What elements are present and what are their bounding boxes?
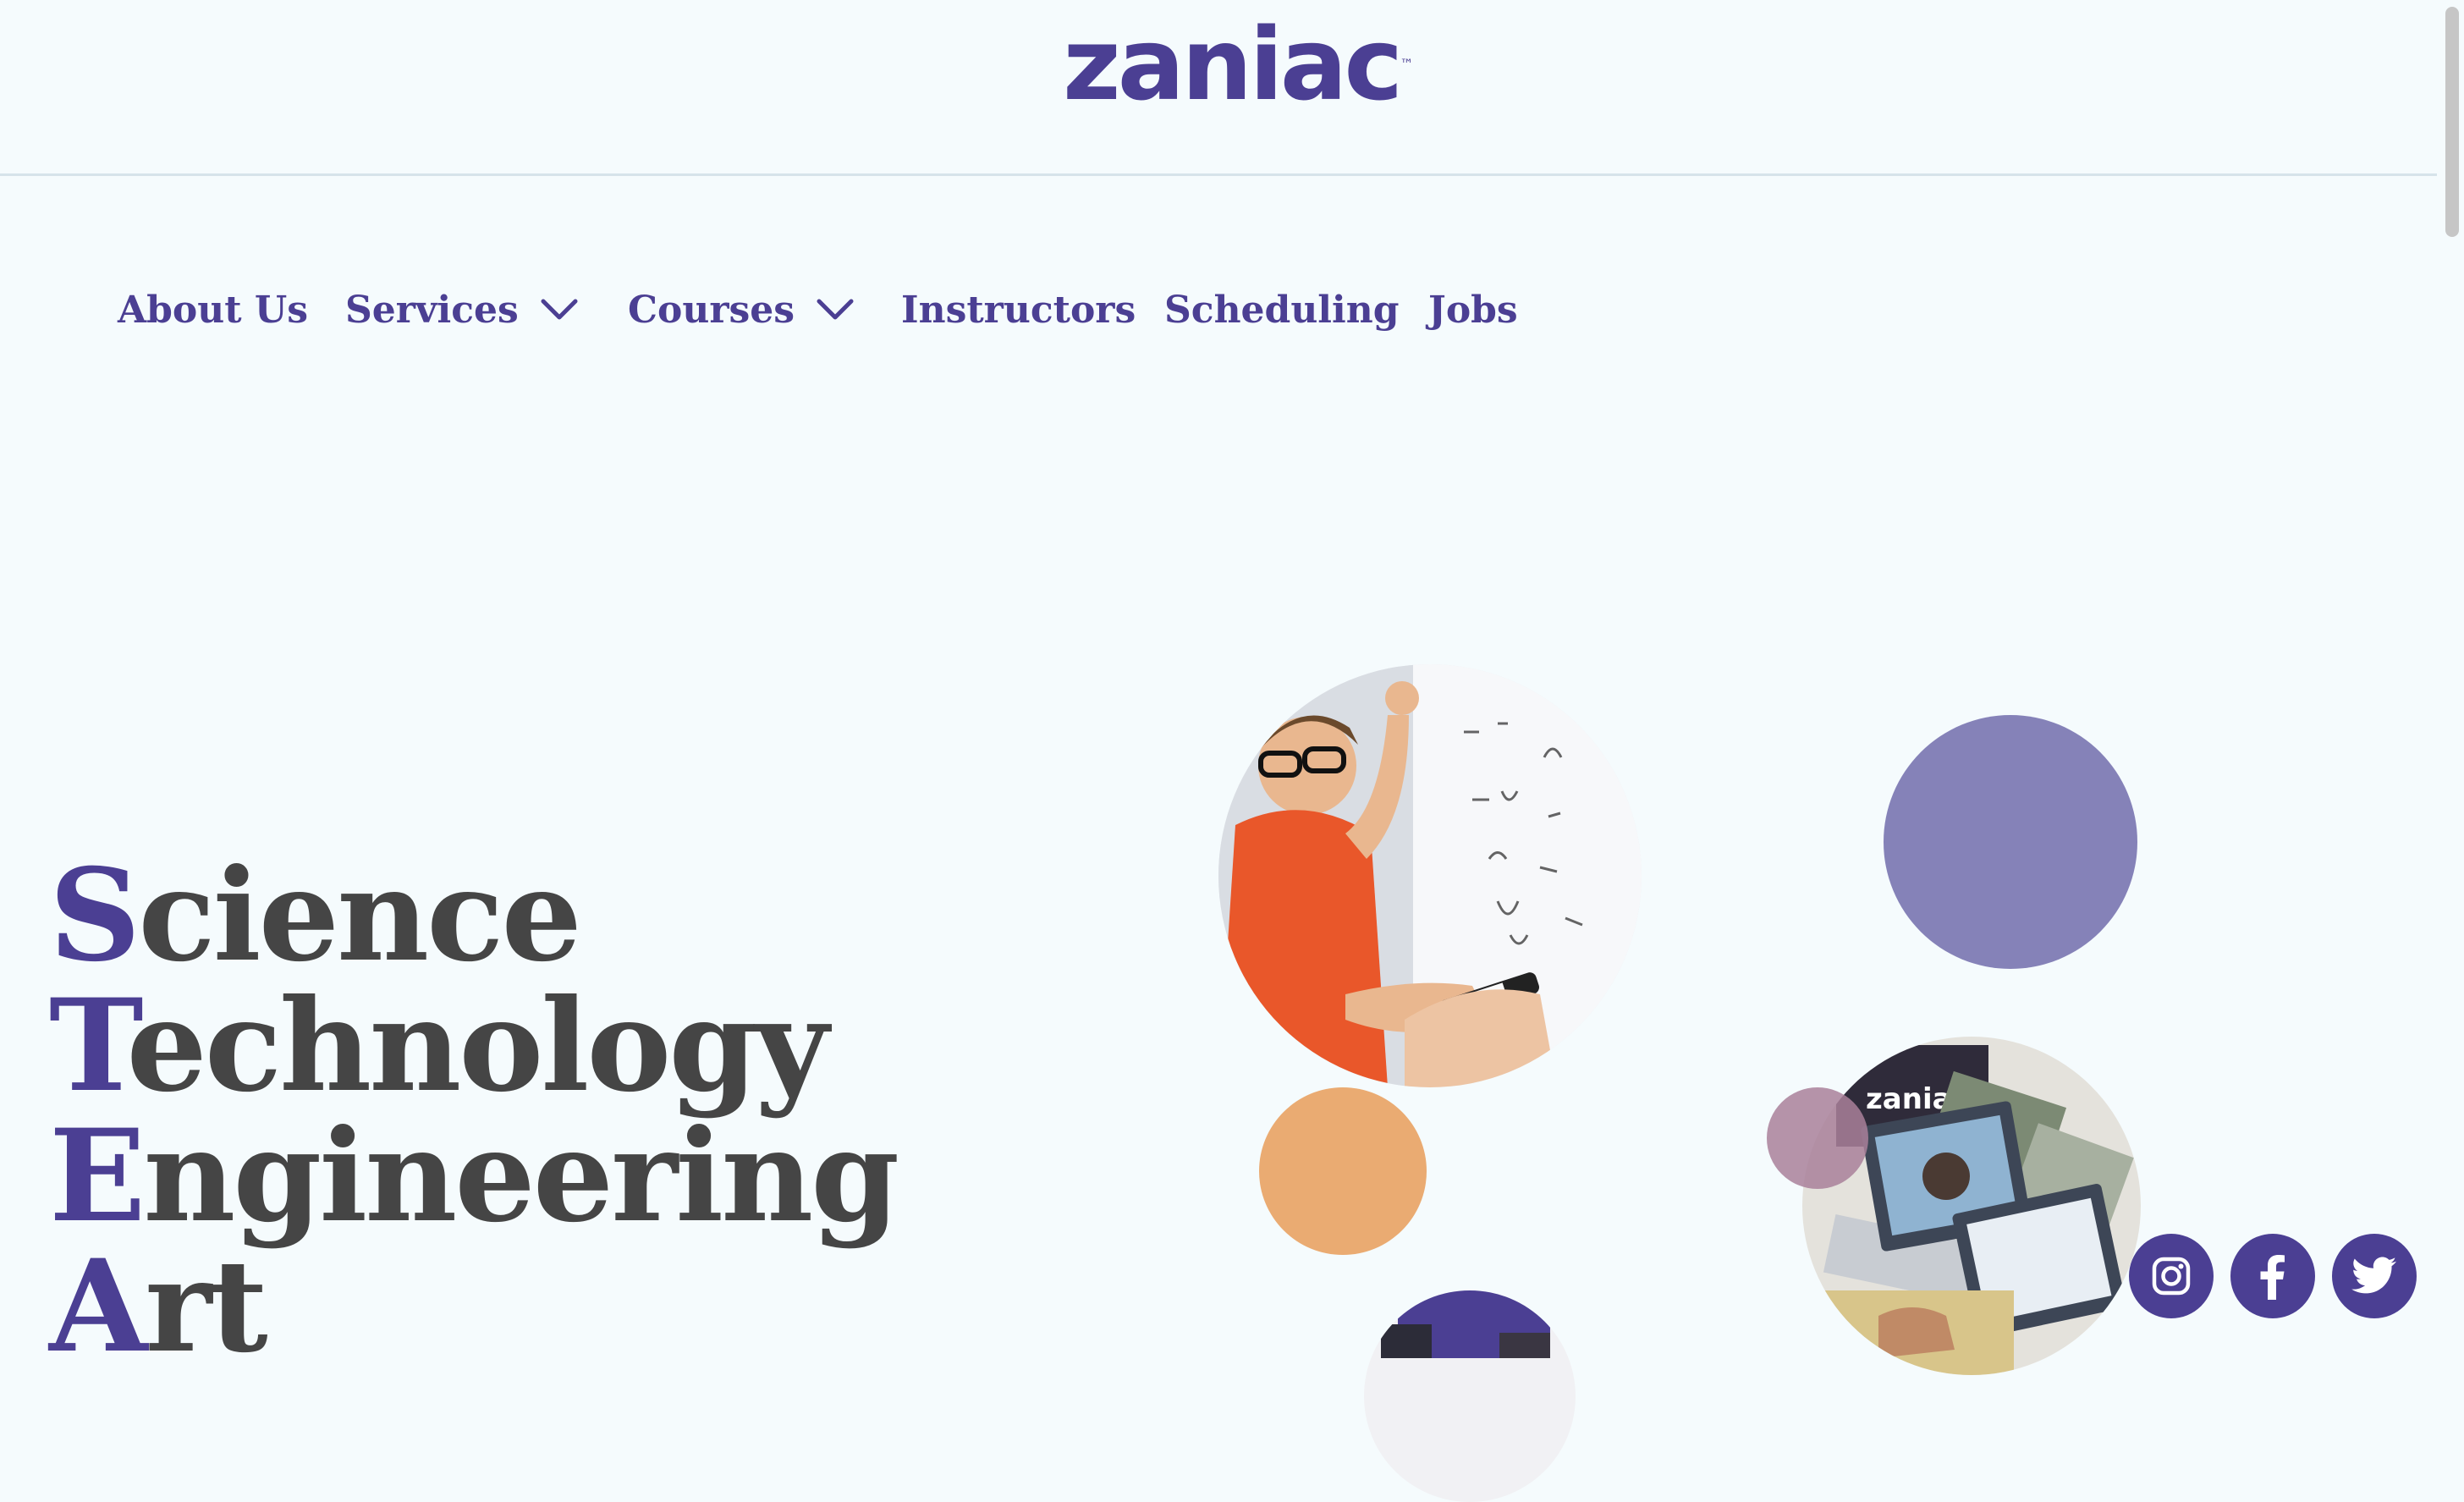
nav-item-about-us[interactable]: About Us [118,283,308,337]
student-whiteboard-photo [1218,664,1642,1087]
instagram-icon [2152,1257,2191,1296]
hero-line-science: Science [49,841,582,990]
nav-item-scheduling[interactable]: Scheduling [1164,283,1400,337]
student-whiteboard-illustration [1218,664,1642,1087]
nav-label: Courses [628,288,795,332]
students-laptops-illustration: zaniac [1802,1037,2141,1375]
hero-line-engineering: Engineering [49,1102,899,1251]
chevron-down-icon [817,299,854,320]
nav-label: Scheduling [1164,288,1400,332]
hero-title: Science Technology Engineering Art [49,841,899,1381]
nav-label: Instructors [901,288,1136,332]
chevron-down-icon [541,299,578,320]
twitter-icon [2351,1257,2396,1294]
nav-item-services[interactable]: Services [345,283,578,337]
bottom-partial-illustration [1364,1290,1576,1502]
nav-item-courses[interactable]: Courses [628,283,854,337]
nav-label: About Us [118,288,309,332]
hero-line-technology: Technology [49,971,828,1120]
twitter-button[interactable] [2332,1234,2417,1318]
decorative-mauve-circle [1767,1087,1868,1189]
decorative-lavender-circle [1884,715,2137,969]
decorative-orange-circle [1259,1087,1427,1255]
trademark-mark: ™ [1400,56,1414,72]
facebook-icon [2260,1255,2285,1300]
site-header: zaniac™ [0,0,2437,176]
bottom-partial-photo [1364,1290,1576,1502]
scrollbar-thumb[interactable] [2445,7,2459,237]
nav-label: Jobs [1428,288,1518,332]
nav-label: Services [345,288,519,332]
scrollbar[interactable] [2437,0,2464,1354]
facebook-button[interactable] [2230,1234,2315,1318]
nav-item-instructors[interactable]: Instructors [901,283,1136,337]
hero-line-art: Art [49,1232,268,1381]
nav-item-jobs[interactable]: Jobs [1428,283,1518,337]
logo-text: zaniac [1063,6,1403,123]
instagram-button[interactable] [2129,1234,2214,1318]
students-laptops-photo: zaniac [1802,1037,2141,1375]
zaniac-logo[interactable]: zaniac™ [1063,14,1414,114]
